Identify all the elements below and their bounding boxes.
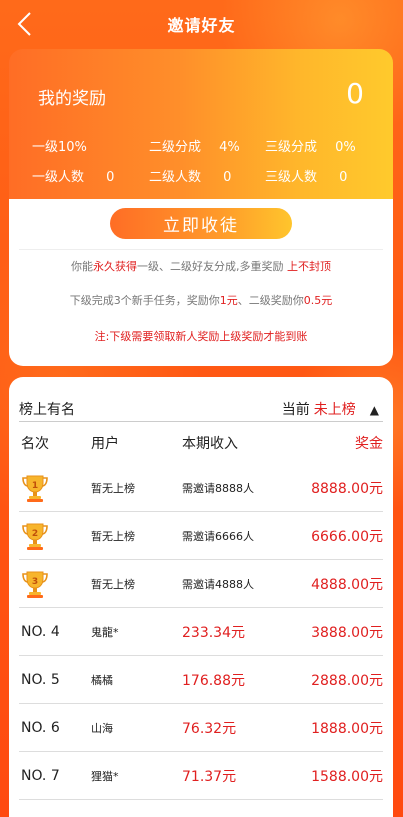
row-income: 71.37元 — [182, 769, 237, 785]
invite-info-line-2: 下级完成3个新手任务，奖励你1元、二级奖励你0.5元 — [69, 294, 333, 307]
stat-level2-count: 二级人数 0 — [149, 166, 231, 185]
row-divider — [19, 799, 383, 800]
reward-value: 0 — [346, 77, 364, 110]
invite-section: 立即收徒 你能永久获得一级、二级好友分成,多重奖励 上不封顶 下级完成3个新手任… — [9, 199, 393, 366]
row-user: 山海 — [91, 722, 113, 735]
reward-title: 我的奖励 — [38, 89, 106, 109]
trophy-icon: 3 — [22, 571, 48, 598]
stat-level3-count: 三级人数 0 — [265, 166, 347, 185]
row-bonus: 3888.00元 — [311, 625, 383, 641]
back-button[interactable] — [10, 10, 38, 38]
row-bonus: 6666.00元 — [311, 529, 383, 545]
stat-level3-share: 三级分成 0% — [265, 136, 356, 155]
stat-value: 0 — [339, 170, 348, 185]
row-income: 需邀请6666人 — [182, 530, 254, 543]
row-user: 暂无上榜 — [91, 482, 135, 495]
stat-level2-share: 二级分成 4% — [149, 136, 240, 155]
row-user: 狸猫* — [91, 770, 119, 783]
stat-value: 4% — [219, 140, 240, 155]
row-bonus: 1588.00元 — [311, 769, 383, 785]
table-row: NO. 7 狸猫* 71.37元 1588.00元 — [9, 752, 393, 800]
table-row: NO. 4 鬼龍* 233.34元 3888.00元 — [9, 608, 393, 656]
stat-level1-count: 一级人数 0 — [32, 166, 114, 185]
stat-label: 一级人数 — [32, 170, 85, 185]
stat-label: 三级人数 — [265, 170, 318, 185]
row-income: 233.34元 — [182, 625, 245, 641]
trophy-rank: 3 — [32, 577, 38, 587]
invite-info-line-1: 你能永久获得一级、二级好友分成,多重奖励 上不封顶 — [71, 260, 331, 273]
row-rank: NO. 6 — [21, 720, 60, 736]
ranking-title: 榜上有名 — [19, 402, 75, 418]
trophy-rank: 2 — [32, 529, 38, 539]
stat-value: 0% — [335, 140, 356, 155]
ranking-status[interactable]: 当前 未上榜 ▲ — [282, 399, 379, 419]
stat-value: 0 — [223, 170, 232, 185]
row-bonus: 2888.00元 — [311, 673, 383, 689]
invite-button[interactable]: 立即收徒 — [110, 208, 292, 239]
table-row: NO. 6 山海 76.32元 1888.00元 — [9, 704, 393, 752]
reward-card: 我的奖励 0 一级10% 二级分成 4% 三级分成 0% 一级人数 0 二级人数… — [9, 49, 393, 199]
table-row: NO. 5 橘橘 176.88元 2888.00元 — [9, 656, 393, 704]
invite-note: 注:下级需要领取新人奖励上级奖励才能到账 — [94, 330, 308, 343]
row-user: 暂无上榜 — [91, 530, 135, 543]
column-bonus: 奖金 — [355, 436, 383, 452]
ranking-card: 榜上有名 当前 未上榜 ▲ 名次 用户 本期收入 奖金 1 暂无上榜 需邀请8888人 8… — [9, 377, 393, 817]
trophy-rank: 1 — [32, 481, 38, 491]
column-user: 用户 — [91, 436, 119, 452]
row-user: 暂无上榜 — [91, 578, 135, 591]
row-rank: 1 — [21, 464, 49, 512]
row-income: 需邀请4888人 — [182, 578, 254, 591]
row-bonus: 4888.00元 — [311, 577, 383, 593]
stat-label: 二级人数 — [149, 170, 202, 185]
chevron-left-icon — [17, 12, 31, 36]
column-rank: 名次 — [21, 436, 49, 452]
table-row: 3 暂无上榜 需邀请4888人 4888.00元 — [9, 560, 393, 608]
row-user: 橘橘 — [91, 674, 113, 687]
row-user: 鬼龍* — [91, 626, 119, 639]
row-income: 76.32元 — [182, 721, 237, 737]
row-income: 需邀请8888人 — [182, 482, 254, 495]
stat-label: 三级分成 — [265, 140, 318, 155]
trophy-icon: 2 — [22, 523, 48, 550]
row-rank: NO. 7 — [21, 768, 60, 784]
stat-level1-rate: 一级10% — [32, 136, 87, 155]
row-bonus: 1888.00元 — [311, 721, 383, 737]
row-income: 176.88元 — [182, 673, 245, 689]
stat-label: 一级10% — [32, 140, 87, 155]
stat-label: 二级分成 — [149, 140, 202, 155]
divider — [19, 249, 383, 250]
row-rank: NO. 5 — [21, 672, 60, 688]
trophy-icon: 1 — [22, 475, 48, 502]
header: 邀请好友 — [0, 0, 403, 48]
column-income: 本期收入 — [182, 436, 238, 452]
row-rank: NO. 4 — [21, 624, 60, 640]
row-rank: 2 — [21, 512, 49, 560]
table-row: 1 暂无上榜 需邀请8888人 8888.00元 — [9, 464, 393, 512]
page-title: 邀请好友 — [167, 16, 236, 35]
table-row: 2 暂无上榜 需邀请6666人 6666.00元 — [9, 512, 393, 560]
divider — [19, 421, 383, 422]
triangle-up-icon: ▲ — [369, 403, 379, 417]
stat-value: 0 — [106, 170, 115, 185]
row-rank: 3 — [21, 560, 49, 608]
row-bonus: 8888.00元 — [311, 481, 383, 497]
